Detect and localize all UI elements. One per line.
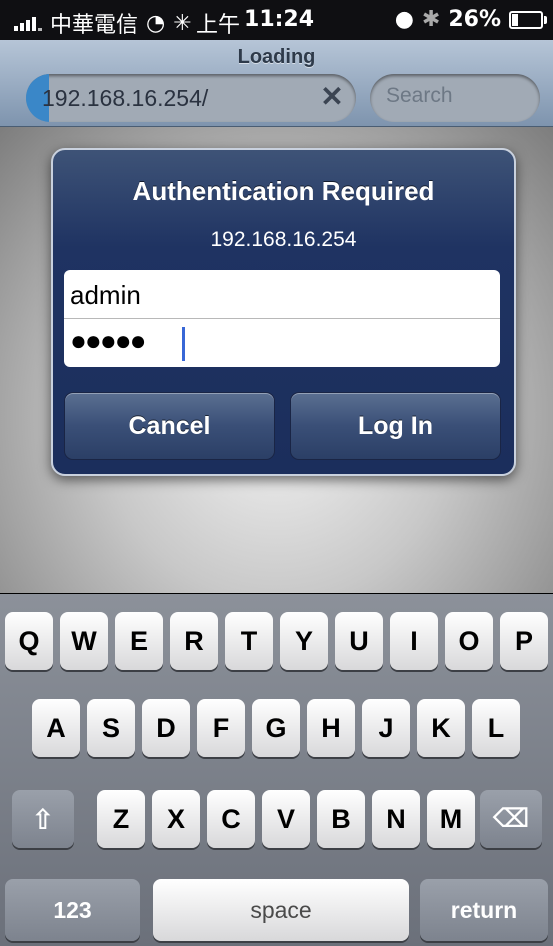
key-p[interactable]: P [500,612,548,670]
key-j[interactable]: J [362,699,410,757]
activity-spinner-icon: ✳ [173,10,192,36]
dialog-host: 192.168.16.254 [210,228,357,251]
carrier-name: 中華電信 [50,13,139,38]
shift-icon: ⇧ [31,802,55,836]
status-bar: 中華電信 ◔ ✳ 上午 11:24 ● ✱ 26% [0,0,553,40]
signal-strength-icon [14,15,42,31]
shift-key[interactable]: ⇧ [12,790,74,848]
keyboard: Q W E R T Y U I O P A S D F G H J K L ⇧ … [0,594,553,946]
search-input[interactable] [384,83,528,109]
key-w[interactable]: W [60,612,108,670]
key-e[interactable]: E [115,612,163,670]
search-field[interactable] [370,74,540,122]
time-prefix: 上午 [196,13,241,38]
battery-percent: 26% [448,7,501,32]
password-value: ●●●●● [70,325,147,356]
status-left: 中華電信 ◔ ✳ [14,7,192,39]
wifi-icon: ◔ [146,10,166,36]
key-l[interactable]: L [472,699,520,757]
backspace-icon: ⌫ [492,804,530,834]
space-key[interactable]: space [153,879,409,941]
log-in-button[interactable]: Log In [290,392,501,460]
key-v[interactable]: V [262,790,310,848]
username-value: admin [70,280,141,310]
rotation-lock-icon: ● [394,7,414,32]
numbers-key[interactable]: 123 [5,879,140,941]
key-i[interactable]: I [390,612,438,670]
password-field[interactable]: ●●●●● [64,319,500,367]
clear-icon[interactable]: ✕ [318,83,346,111]
bluetooth-icon: ✱ [421,7,441,32]
key-h[interactable]: H [307,699,355,757]
browser-toolbar: Loading 192.168.16.254/ ✕ [0,40,553,127]
key-n[interactable]: N [372,790,420,848]
key-y[interactable]: Y [280,612,328,670]
key-a[interactable]: A [32,699,80,757]
auth-dialog: Authentication Required 192.168.16.254 a… [51,148,516,476]
battery-icon [509,10,547,29]
key-c[interactable]: C [207,790,255,848]
text-cursor [182,327,185,361]
url-text: 192.168.16.254/ [42,85,209,111]
status-right: ● ✱ 26% [394,7,547,32]
battery-level [512,13,518,26]
clock: 11:24 [244,7,315,32]
delete-key[interactable]: ⌫ [480,790,542,848]
key-x[interactable]: X [152,790,200,848]
key-u[interactable]: U [335,612,383,670]
key-z[interactable]: Z [97,790,145,848]
page-title: Loading [237,46,316,68]
cancel-button[interactable]: Cancel [64,392,275,460]
key-r[interactable]: R [170,612,218,670]
username-field[interactable]: admin [64,270,500,319]
key-s[interactable]: S [87,699,135,757]
key-m[interactable]: M [427,790,475,848]
key-g[interactable]: G [252,699,300,757]
key-f[interactable]: F [197,699,245,757]
address-bar[interactable]: 192.168.16.254/ ✕ [26,74,356,122]
dialog-title: Authentication Required [132,176,435,206]
key-b[interactable]: B [317,790,365,848]
key-d[interactable]: D [142,699,190,757]
key-k[interactable]: K [417,699,465,757]
return-key[interactable]: return [420,879,548,941]
key-q[interactable]: Q [5,612,53,670]
key-o[interactable]: O [445,612,493,670]
status-time: 上午 11:24 [196,7,314,39]
key-t[interactable]: T [225,612,273,670]
